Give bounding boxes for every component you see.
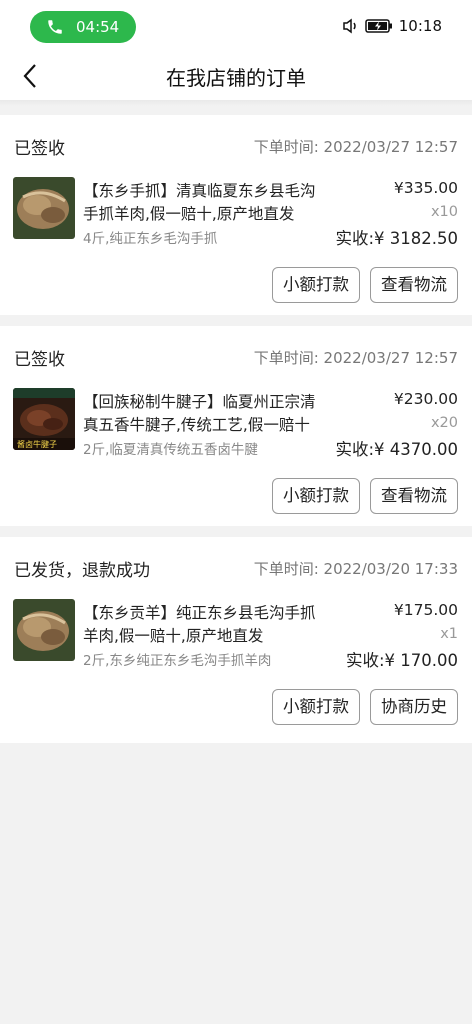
- unit-price: ¥175.00: [393, 601, 458, 619]
- order-actions: 小额打款 协商历史: [272, 689, 458, 725]
- header-divider: [0, 100, 472, 106]
- unit-price: ¥335.00: [393, 179, 458, 197]
- product-title[interactable]: 【东乡贡羊】纯正东乡县毛沟手抓羊肉,假一赔十,原产地直发: [83, 602, 328, 648]
- product-spec: 2斤,临夏清真传统五香卤牛腱: [83, 442, 258, 458]
- quantity: x20: [430, 415, 458, 431]
- order-header: 已签收 下单时间: 2022/03/27 12:57: [14, 346, 458, 370]
- view-logistics-button[interactable]: 查看物流: [370, 478, 458, 514]
- product-spec: 4斤,纯正东乡毛沟手抓: [83, 231, 218, 247]
- ongoing-call-pill[interactable]: 04:54: [30, 11, 136, 43]
- order-time: 下单时间: 2022/03/27 12:57: [253, 348, 458, 367]
- order-header: 已发货，退款成功 下单时间: 2022/03/20 17:33: [14, 557, 458, 581]
- call-duration: 04:54: [76, 18, 120, 36]
- order-time: 下单时间: 2022/03/20 17:33: [253, 559, 458, 578]
- order-time: 下单时间: 2022/03/27 12:57: [253, 137, 458, 156]
- product-thumbnail[interactable]: 酱卤牛腱子: [13, 388, 75, 450]
- product-title[interactable]: 【回族秘制牛腱子】临夏州正宗清真五香牛腱子,传统工艺,假一赔十: [83, 391, 328, 437]
- view-logistics-button[interactable]: 查看物流: [370, 267, 458, 303]
- battery-icon: [365, 19, 392, 33]
- order-status: 已签收: [14, 349, 65, 370]
- unit-price: ¥230.00: [393, 390, 458, 408]
- order-status: 已发货，退款成功: [14, 560, 150, 581]
- clock: 10:18: [398, 17, 442, 35]
- phone-icon: [48, 20, 62, 34]
- order-card: 已签收 下单时间: 2022/03/27 12:57 酱卤牛腱子 【回族秘制牛腱…: [0, 326, 472, 526]
- small-payment-button[interactable]: 小额打款: [272, 267, 360, 303]
- product-thumbnail[interactable]: [13, 599, 75, 661]
- amount-received: 实收:¥ 4370.00: [335, 440, 458, 459]
- amount-received: 实收:¥ 3182.50: [335, 229, 458, 248]
- small-payment-button[interactable]: 小额打款: [272, 689, 360, 725]
- status-bar: 04:54 10:18: [0, 0, 472, 52]
- negotiation-history-button[interactable]: 协商历史: [370, 689, 458, 725]
- order-header: 已签收 下单时间: 2022/03/27 12:57: [14, 135, 458, 159]
- nav-bar: 在我店铺的订单: [0, 52, 472, 100]
- small-payment-button[interactable]: 小额打款: [272, 478, 360, 514]
- product-spec: 2斤,东乡纯正东乡毛沟手抓羊肉: [83, 653, 272, 669]
- order-card: 已发货，退款成功 下单时间: 2022/03/20 17:33 【东乡贡羊】纯正…: [0, 537, 472, 743]
- quantity: x1: [440, 626, 458, 642]
- product-title[interactable]: 【东乡手抓】清真临夏东乡县毛沟手抓羊肉,假一赔十,原产地直发: [83, 180, 328, 226]
- order-status: 已签收: [14, 138, 65, 159]
- order-actions: 小额打款 查看物流: [272, 267, 458, 303]
- order-actions: 小额打款 查看物流: [272, 478, 458, 514]
- page-title: 在我店铺的订单: [166, 66, 306, 90]
- vibrate-icon: [343, 18, 356, 34]
- thumbnail-caption: 酱卤牛腱子: [17, 439, 57, 449]
- order-card: 已签收 下单时间: 2022/03/27 12:57 【东乡手抓】清真临夏东乡县…: [0, 115, 472, 315]
- quantity: x10: [430, 204, 458, 220]
- amount-received: 实收:¥ 170.00: [345, 651, 458, 670]
- status-icons: 10:18: [341, 17, 442, 35]
- product-thumbnail[interactable]: [13, 177, 75, 239]
